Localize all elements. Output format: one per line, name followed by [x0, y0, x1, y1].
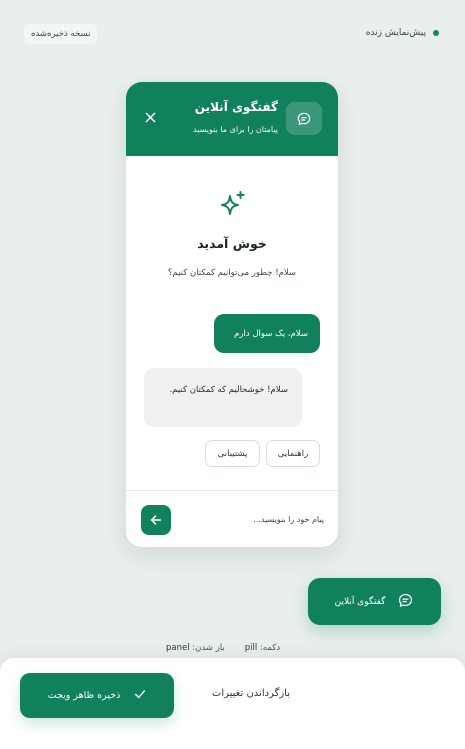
chat-widget-panel: گفتگوی آنلاین پیامتان را برای ما بنویسید… — [126, 82, 338, 547]
open-mode-value: panel — [166, 643, 190, 653]
live-preview-label: پیش‌نمایش زنده — [365, 28, 426, 38]
open-mode-meta: باز شدن: panel — [166, 643, 225, 653]
launcher-label: گفتگوی آنلاین — [334, 596, 386, 607]
check-icon — [134, 688, 146, 703]
button-style-value: pill — [244, 643, 258, 653]
button-style-meta: دکمه: pill — [244, 643, 281, 653]
live-preview-indicator: پیش‌نمایش زنده — [366, 28, 439, 38]
bot-message-bubble: سلام! خوشحالیم که کمکتان کنیم. — [144, 368, 302, 427]
reset-changes-button[interactable]: بازگرداندن تغییرات — [212, 688, 290, 699]
welcome-text: سلام! چطور می‌توانیم کمکتان کنیم؟ — [167, 268, 297, 278]
widget-config-summary: دکمه: pill باز شدن: panel — [166, 643, 280, 653]
quick-replies: راهنمایی پشتیبانی — [205, 440, 320, 467]
quick-reply-support[interactable]: پشتیبانی — [205, 440, 260, 467]
saved-version-badge: نسخه ذخیره‌شده — [24, 24, 98, 44]
welcome-title: خوش آمدید — [197, 236, 267, 251]
save-button-label: ذخیره ظاهر ویجت — [47, 690, 121, 701]
chat-header-subtitle: پیامتان را برای ما بنویسید — [193, 125, 278, 134]
close-icon[interactable] — [143, 110, 157, 124]
message-input[interactable] — [184, 505, 324, 533]
chat-bubble-icon — [286, 102, 322, 135]
user-message-bubble: سلام، یک سوال دارم — [214, 314, 320, 353]
action-footer: بازگرداندن تغییرات ذخیره ظاهر ویجت — [0, 658, 465, 749]
sparkle-icon — [217, 190, 247, 224]
arrow-left-icon — [150, 515, 162, 525]
chat-header-title: گفتگوی آنلاین — [194, 100, 278, 114]
chat-launcher-button[interactable]: گفتگوی آنلاین — [308, 578, 441, 625]
live-status-dot — [433, 30, 439, 36]
quick-reply-guide[interactable]: راهنمایی — [266, 440, 320, 467]
save-widget-button[interactable]: ذخیره ظاهر ویجت — [20, 673, 174, 718]
chat-bubble-icon — [397, 592, 414, 612]
send-button[interactable] — [141, 505, 171, 535]
message-composer — [126, 490, 338, 547]
chat-header: گفتگوی آنلاین پیامتان را برای ما بنویسید — [126, 82, 338, 156]
